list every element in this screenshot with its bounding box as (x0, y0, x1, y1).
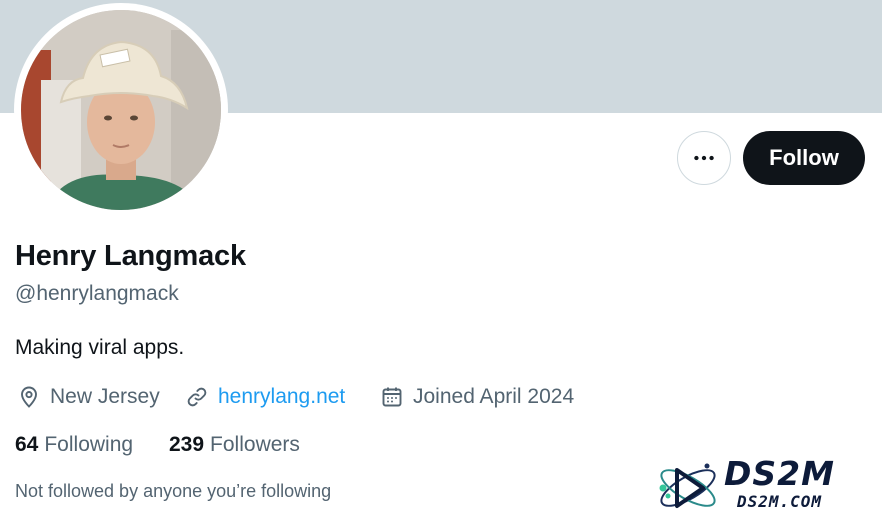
followers-label: Followers (210, 433, 300, 456)
calendar-icon (382, 387, 402, 407)
follow-button[interactable]: Follow (743, 131, 865, 185)
link-icon (187, 387, 207, 407)
followers-count: 239 (169, 433, 205, 456)
more-options-button[interactable] (677, 131, 731, 185)
location-item: New Jersey (17, 383, 160, 411)
location-pin-icon (21, 386, 37, 408)
location-text: New Jersey (50, 385, 160, 408)
watermark: DS2M DS2M.COM (655, 452, 870, 518)
more-horizontal-icon (694, 155, 714, 161)
watermark-subtitle: DS2M.COM (737, 492, 823, 511)
website-item[interactable]: henrylang.net (185, 383, 345, 411)
profile-name: Henry Langmack (15, 240, 246, 272)
joined-text: Joined April 2024 (413, 385, 575, 408)
joined-item: Joined April 2024 (380, 383, 574, 411)
avatar-photo (21, 10, 221, 210)
following-count: 64 (15, 433, 39, 456)
avatar[interactable] (21, 10, 221, 210)
profile-bio: Making viral apps. (15, 336, 185, 359)
profile-handle: @henrylangmack (15, 282, 179, 305)
following-link[interactable]: 64 Following (15, 433, 133, 457)
website-link[interactable]: henrylang.net (218, 385, 345, 409)
social-context-text: Not followed by anyone you’re following (15, 481, 332, 501)
following-label: Following (44, 433, 134, 456)
followers-link[interactable]: 239 Followers (169, 433, 300, 457)
ds2m-logo-icon (659, 463, 716, 508)
watermark-title: DS2M (724, 454, 835, 493)
